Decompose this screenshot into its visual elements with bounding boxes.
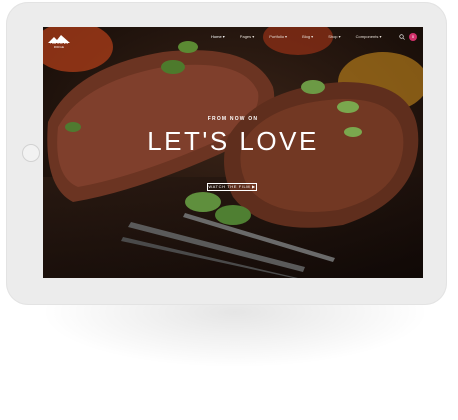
home-button[interactable] [22, 144, 40, 162]
website-screen: THE ASPEN RIDGE Home ▾ Pages ▾ Portfolio… [43, 27, 423, 278]
menu-item-portfolio[interactable]: Portfolio ▾ [269, 34, 287, 39]
main-menu: Home ▾ Pages ▾ Portfolio ▾ Blog ▾ Shop ▾… [211, 34, 396, 39]
menu-item-shop[interactable]: Shop ▾ [328, 34, 340, 39]
search-icon[interactable] [399, 34, 405, 40]
cart-count-badge[interactable]: 0 [409, 33, 417, 41]
tablet-shadow [40, 298, 430, 368]
menu-item-blog[interactable]: Blog ▾ [302, 34, 313, 39]
watch-film-button[interactable]: WATCH THE FILM ▶ [207, 183, 257, 191]
menu-item-pages[interactable]: Pages ▾ [240, 34, 254, 39]
logo-text: THE ASPEN RIDGE [49, 41, 69, 49]
menu-item-home[interactable]: Home ▾ [211, 34, 225, 39]
top-navigation: THE ASPEN RIDGE Home ▾ Pages ▾ Portfolio… [43, 27, 423, 49]
site-logo[interactable]: THE ASPEN RIDGE [46, 31, 72, 49]
menu-item-components[interactable]: Components ▾ [356, 34, 382, 39]
hero-title: LET'S LOVE [147, 126, 319, 156]
hero-subtitle: FROM NOW ON [207, 116, 259, 122]
